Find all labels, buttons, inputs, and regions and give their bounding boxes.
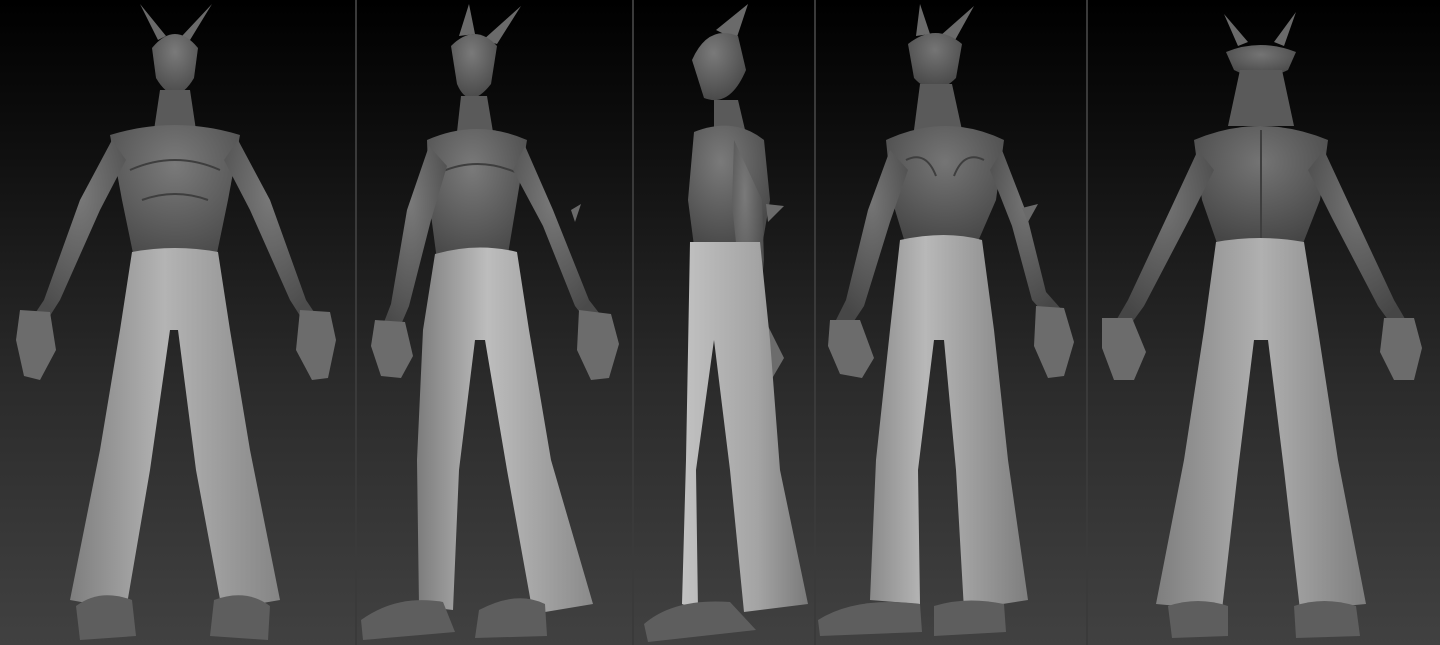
horn-left [140,4,166,40]
elbow-spike [571,204,581,222]
horn-left [1224,14,1248,46]
turnaround-sheet [0,0,1440,645]
pants [417,247,593,615]
right-arm [513,146,603,324]
right-hand [296,310,336,380]
back-spike [766,204,784,222]
back-view-panel [1088,0,1440,645]
right-boot [1294,601,1360,638]
right-boot [475,598,547,638]
neck [1228,70,1294,126]
horn-right [182,4,212,40]
right-arm [224,140,318,322]
right-hand [577,310,619,380]
horn-left [916,4,930,36]
head [152,34,198,94]
back [886,126,1004,246]
neck [914,84,962,130]
side-view-panel [634,0,814,645]
front-view-figure [16,4,336,640]
right-hand [1034,306,1074,378]
left-hand [828,320,874,378]
pants [682,242,808,612]
left-hand [16,310,56,380]
front-view-panel [0,0,355,645]
right-boot [934,600,1006,636]
torso [110,125,240,258]
side-view-figure [644,4,808,642]
left-hand [1102,318,1146,380]
right-boot [210,595,270,640]
three-quarter-front-figure [361,4,619,640]
neck [457,96,493,132]
head [908,33,962,89]
right-hand [1380,318,1422,380]
right-arm [1308,150,1408,328]
left-boot [76,595,136,640]
left-hand [371,320,413,378]
left-arm [1114,150,1214,328]
pants [70,248,280,610]
left-arm [32,140,126,322]
three-quarter-back-figure [818,4,1074,636]
left-boot [818,602,922,636]
three-quarter-front-view-panel [357,0,632,645]
pants [870,235,1028,610]
horn-right [483,6,521,44]
neck [154,90,196,130]
left-boot [1168,601,1228,638]
horn-right [1274,12,1296,46]
torso [427,129,527,260]
boot [644,601,756,642]
three-quarter-back-view-panel [816,0,1086,645]
pants [1156,238,1366,610]
head [692,33,746,101]
right-arm [990,150,1062,318]
head [451,34,497,98]
back-view-figure [1102,12,1422,638]
left-boot [361,600,455,640]
horn-left [459,4,475,36]
